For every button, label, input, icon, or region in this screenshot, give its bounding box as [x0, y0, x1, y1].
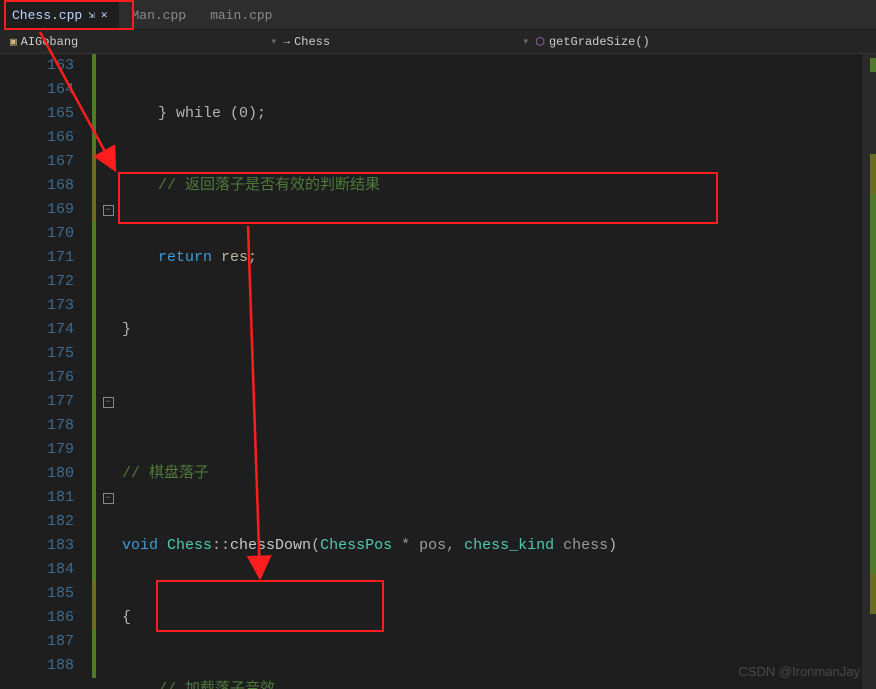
- scroll-marker: [870, 154, 876, 194]
- fold-toggle[interactable]: −: [103, 397, 114, 408]
- scroll-marker: [870, 194, 876, 574]
- scroll-marker: [870, 574, 876, 614]
- type: Chess: [167, 537, 212, 554]
- nav-project-label: AIGobang: [21, 35, 79, 49]
- kw: void: [122, 537, 167, 554]
- nav-class[interactable]: → Chess: [279, 35, 340, 49]
- tab-label: main.cpp: [210, 8, 272, 23]
- code-line: // 返回落子是否有效的判断结果: [122, 177, 380, 194]
- tab-label: Chess.cpp: [12, 8, 82, 23]
- code-line: // 棋盘落子: [122, 465, 209, 482]
- project-icon: ▣: [10, 35, 17, 49]
- method-icon: ⬡: [535, 35, 545, 49]
- code-line: } while (0);: [122, 105, 266, 122]
- nav-project[interactable]: ▣ AIGobang: [6, 35, 88, 49]
- fold-column: − − −: [98, 54, 118, 689]
- pin-icon[interactable]: ⇲: [88, 8, 95, 22]
- code-editor[interactable]: 1631641651661671681691701711721731741751…: [0, 54, 876, 689]
- code-line: {: [122, 609, 131, 626]
- tab-label: Man.cpp: [131, 8, 186, 23]
- scroll-marker: [870, 58, 876, 72]
- line-number-gutter: 1631641651661671681691701711721731741751…: [0, 54, 92, 689]
- close-icon[interactable]: ✕: [101, 8, 108, 22]
- scrollbar[interactable]: [862, 54, 876, 689]
- arrow-icon: →: [283, 36, 290, 48]
- code-line: // 加载落子音效: [122, 681, 275, 689]
- code-line: [122, 390, 876, 414]
- fold-toggle[interactable]: −: [103, 493, 114, 504]
- tab-main-cpp[interactable]: main.cpp: [198, 0, 284, 30]
- watermark: CSDN @IronmanJay: [738, 664, 860, 679]
- breadcrumb: ▣ AIGobang ▾ → Chess ▾ ⬡ getGradeSize(): [0, 30, 876, 54]
- tab-bar: Chess.cpp ⇲ ✕ Man.cpp main.cpp: [0, 0, 876, 30]
- chevron-down-icon[interactable]: ▾: [522, 34, 529, 49]
- code-area[interactable]: } while (0); // 返回落子是否有效的判断结果 return res…: [118, 54, 876, 689]
- tab-chess-cpp[interactable]: Chess.cpp ⇲ ✕: [0, 0, 119, 30]
- nav-function[interactable]: ⬡ getGradeSize(): [531, 35, 659, 49]
- nav-class-label: Chess: [294, 35, 330, 49]
- nav-func-label: getGradeSize(): [549, 35, 650, 49]
- tab-man-cpp[interactable]: Man.cpp: [119, 0, 198, 30]
- fold-toggle[interactable]: −: [103, 205, 114, 216]
- code-line: }: [122, 321, 131, 338]
- chevron-down-icon[interactable]: ▾: [270, 34, 277, 49]
